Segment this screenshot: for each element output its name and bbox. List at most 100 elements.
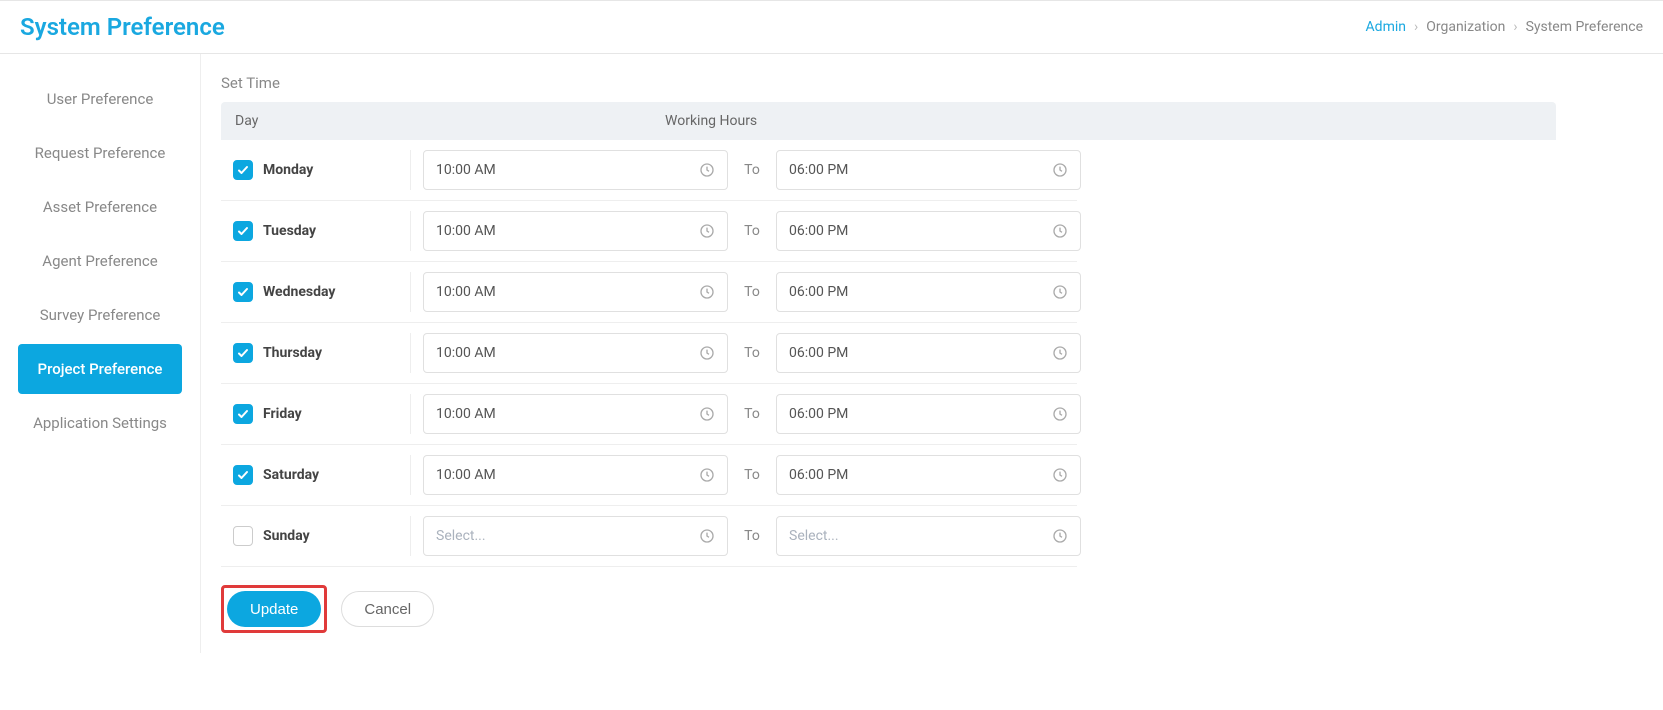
day-label: Wednesday [263, 284, 335, 300]
day-cell: Friday [221, 394, 411, 434]
times-cell: 10:00 AM To 06:00 PM [411, 211, 1081, 251]
update-highlight: Update [221, 585, 327, 633]
sidebar-item-project-preference[interactable]: Project Preference [18, 344, 182, 394]
sidebar-item-asset-preference[interactable]: Asset Preference [18, 182, 182, 232]
clock-icon [699, 223, 715, 239]
day-cell: Thursday [221, 333, 411, 373]
to-time-input[interactable]: 06:00 PM [776, 272, 1081, 312]
day-row: Friday 10:00 AM To 06:00 PM [221, 384, 1077, 445]
sidebar-item-user-preference[interactable]: User Preference [18, 74, 182, 124]
clock-icon [1052, 223, 1068, 239]
day-cell: Tuesday [221, 211, 411, 251]
from-time-value: Select... [436, 528, 486, 544]
from-time-input[interactable]: 10:00 AM [423, 150, 728, 190]
from-time-input[interactable]: Select... [423, 516, 728, 556]
sidebar-item-agent-preference[interactable]: Agent Preference [18, 236, 182, 286]
day-row: Tuesday 10:00 AM To 06:00 PM [221, 201, 1077, 262]
from-time-value: 10:00 AM [436, 223, 496, 239]
to-time-input[interactable]: 06:00 PM [776, 455, 1081, 495]
from-time-input[interactable]: 10:00 AM [423, 211, 728, 251]
from-time-input[interactable]: 10:00 AM [423, 455, 728, 495]
day-row: Wednesday10:00 AMTo06:00 PM [221, 262, 1077, 323]
clock-icon [699, 345, 715, 361]
day-cell: Sunday [221, 516, 411, 556]
day-label: Tuesday [263, 223, 316, 239]
day-checkbox[interactable] [233, 160, 253, 180]
chevron-right-icon: › [1414, 19, 1418, 35]
times-cell: 10:00 AM To 06:00 PM [411, 150, 1081, 190]
to-time-value: 06:00 PM [789, 345, 848, 361]
breadcrumb-current: System Preference [1526, 19, 1643, 35]
clock-icon [699, 284, 715, 300]
to-time-input[interactable]: 06:00 PM [776, 333, 1081, 373]
to-label: To [740, 345, 764, 361]
from-time-value: 10:00 AM [436, 162, 496, 178]
day-checkbox[interactable] [233, 221, 253, 241]
day-label: Thursday [263, 345, 322, 361]
clock-icon [699, 467, 715, 483]
sidebar-item-application-settings[interactable]: Application Settings [18, 398, 182, 448]
day-checkbox[interactable] [233, 465, 253, 485]
from-time-input[interactable]: 10:00 AM [423, 333, 728, 373]
clock-icon [1052, 284, 1068, 300]
times-cell: Select... To Select... [411, 516, 1081, 556]
day-checkbox[interactable] [233, 404, 253, 424]
to-time-input[interactable]: 06:00 PM [776, 394, 1081, 434]
day-cell: Saturday [221, 455, 411, 495]
sidebar-item-survey-preference[interactable]: Survey Preference [18, 290, 182, 340]
sidebar: User PreferenceRequest PreferenceAsset P… [0, 54, 200, 653]
clock-icon [1052, 345, 1068, 361]
to-label: To [740, 406, 764, 422]
clock-icon [1052, 467, 1068, 483]
to-label: To [740, 284, 764, 300]
chevron-right-icon: › [1513, 19, 1517, 35]
day-row: Thursday 10:00 AM To 06:00 PM [221, 323, 1077, 384]
clock-icon [1052, 162, 1068, 178]
day-checkbox[interactable] [233, 526, 253, 546]
to-time-value: 06:00 PM [789, 467, 848, 483]
from-time-value: 10:00 AM [436, 406, 496, 422]
times-cell: 10:00 AM To 06:00 PM [411, 394, 1081, 434]
from-time-value: 10:00 AM [436, 284, 496, 300]
day-checkbox[interactable] [233, 343, 253, 363]
section-title: Set Time [221, 74, 1663, 92]
cancel-button[interactable]: Cancel [341, 591, 434, 627]
to-time-input[interactable]: Select... [776, 516, 1081, 556]
to-label: To [740, 528, 764, 544]
from-time-input[interactable]: 10:00 AM [423, 272, 728, 312]
to-label: To [740, 162, 764, 178]
day-checkbox[interactable] [233, 282, 253, 302]
to-label: To [740, 223, 764, 239]
col-hours-header: Working Hours [665, 113, 1542, 129]
day-row: Saturday 10:00 AM To 06:00 PM [221, 445, 1077, 506]
col-day-header: Day [235, 113, 665, 129]
to-label: To [740, 467, 764, 483]
sidebar-item-request-preference[interactable]: Request Preference [18, 128, 182, 178]
from-time-value: 10:00 AM [436, 345, 496, 361]
day-cell: Wednesday [221, 272, 411, 312]
clock-icon [699, 406, 715, 422]
to-time-input[interactable]: 06:00 PM [776, 211, 1081, 251]
clock-icon [699, 162, 715, 178]
to-time-value: 06:00 PM [789, 162, 848, 178]
day-cell: Monday [221, 150, 411, 190]
update-button[interactable]: Update [227, 591, 321, 627]
day-label: Sunday [263, 528, 310, 544]
page-title: System Preference [20, 13, 225, 41]
to-time-value: 06:00 PM [789, 406, 848, 422]
clock-icon [1052, 406, 1068, 422]
from-time-input[interactable]: 10:00 AM [423, 394, 728, 434]
times-cell: 10:00 AM To 06:00 PM [411, 333, 1081, 373]
times-cell: 10:00 AM To 06:00 PM [411, 455, 1081, 495]
to-time-value: 06:00 PM [789, 223, 848, 239]
clock-icon [1052, 528, 1068, 544]
breadcrumb-organization[interactable]: Organization [1426, 19, 1505, 35]
clock-icon [699, 528, 715, 544]
day-row: SundaySelect...ToSelect... [221, 506, 1077, 567]
day-label: Monday [263, 162, 313, 178]
table-header: Day Working Hours [221, 102, 1556, 140]
day-label: Saturday [263, 467, 319, 483]
breadcrumb-admin[interactable]: Admin [1366, 19, 1406, 35]
to-time-input[interactable]: 06:00 PM [776, 150, 1081, 190]
breadcrumb: Admin › Organization › System Preference [1366, 19, 1643, 35]
